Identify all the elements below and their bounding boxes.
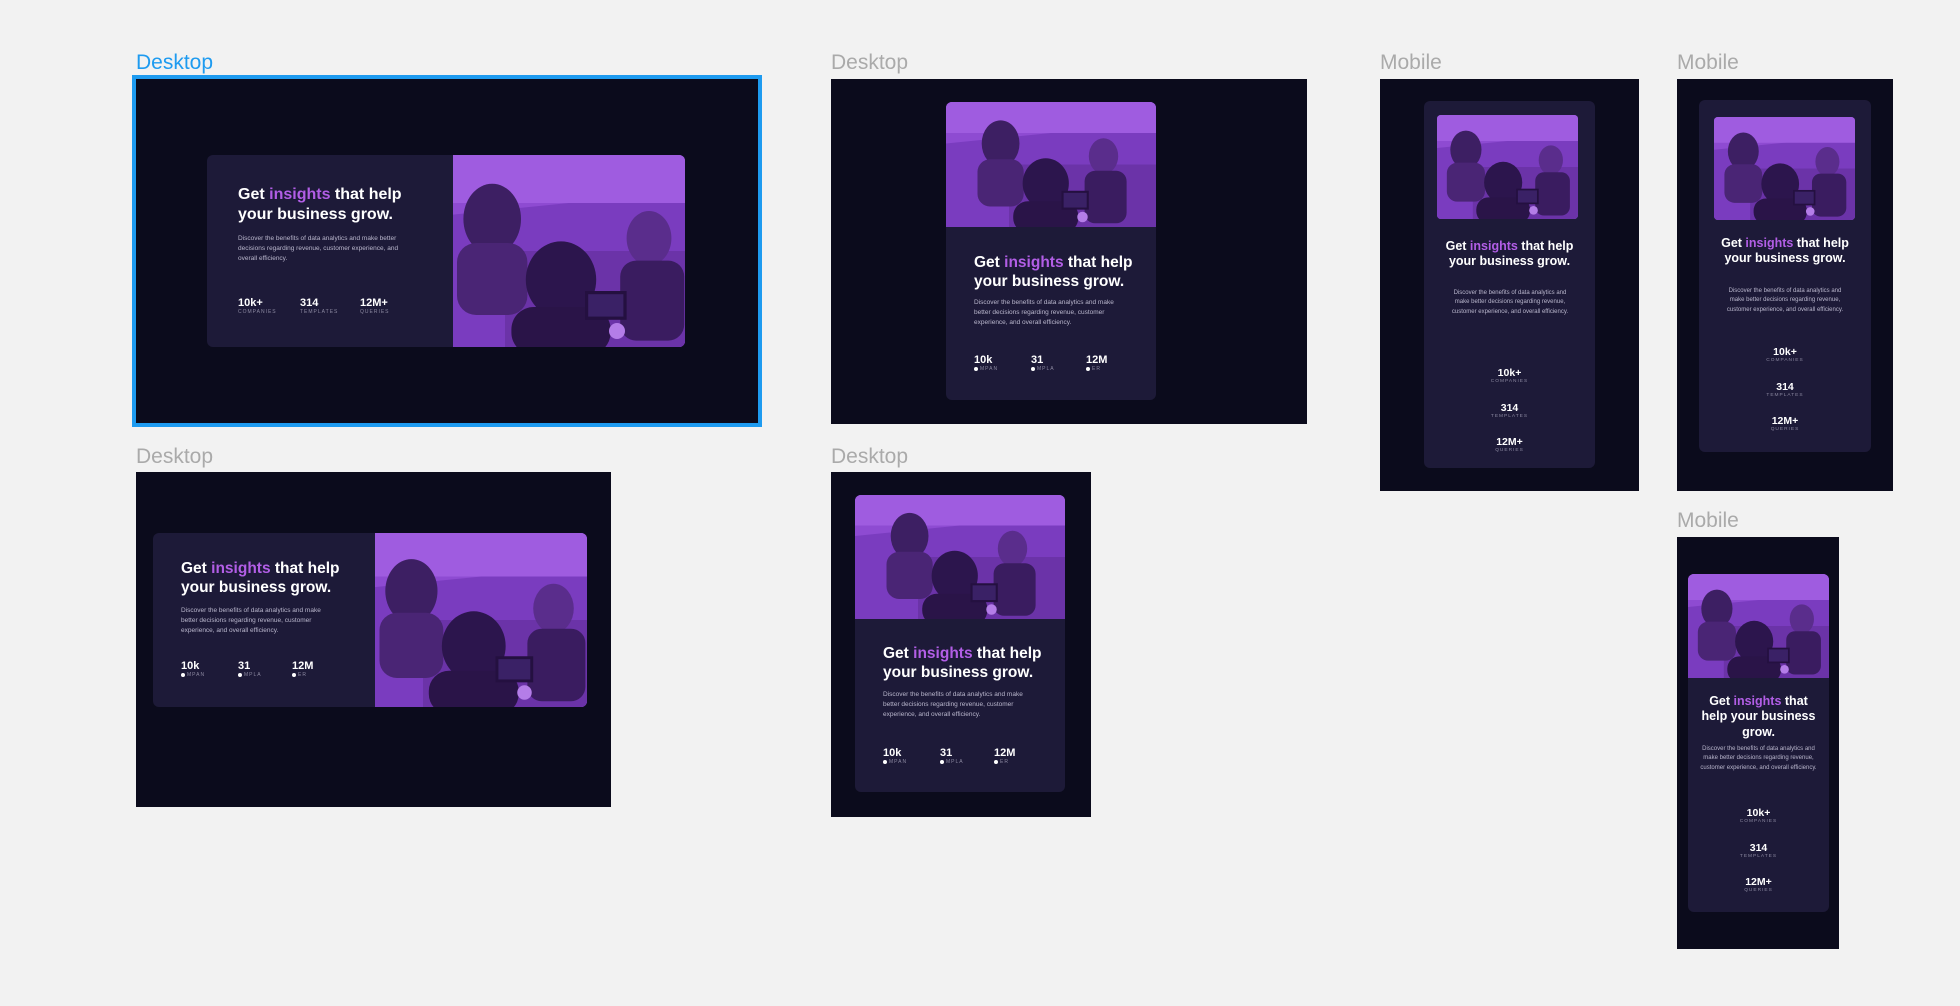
card-description: Discover the benefits of data analytics …	[181, 607, 321, 635]
office-photo	[946, 102, 1156, 227]
stats-card: Get insights that help your business gro…	[153, 533, 587, 707]
frame-desktop-3[interactable]: Get insights that help your business gro…	[136, 472, 611, 807]
frame-label-desktop-1[interactable]: Desktop	[136, 52, 213, 73]
card-title: Get insights that help your business gro…	[238, 186, 402, 223]
frame-label-desktop-4[interactable]: Desktop	[831, 446, 908, 467]
frame-mobile-1[interactable]: Get insights that help your business gro…	[1380, 79, 1639, 491]
stat-queries: 12M+ QUERIES	[1770, 415, 1800, 432]
stat-templates: 314 TEMPLATES	[300, 297, 339, 315]
card-title: Get insights that help your business gro…	[1721, 236, 1849, 266]
stats-card: Get insights that help your business gro…	[1688, 574, 1829, 912]
stat-companies: 10k MPAN	[883, 747, 908, 765]
frame-label-mobile-1[interactable]: Mobile	[1380, 52, 1442, 73]
card-description: Discover the benefits of data analytics …	[1700, 746, 1817, 771]
stat-queries: 12M ER	[292, 660, 314, 678]
frame-label-desktop-2[interactable]: Desktop	[831, 52, 908, 73]
card-description: Discover the benefits of data analytics …	[1451, 290, 1569, 315]
frame-label-mobile-3[interactable]: Mobile	[1677, 510, 1739, 531]
stats-card: Get insights that help your business gro…	[207, 155, 685, 347]
frame-mobile-2[interactable]: Get insights that help your business gro…	[1677, 79, 1893, 491]
stat-queries: 12M ER	[1086, 354, 1108, 372]
stats-card: Get insights that help your business gro…	[946, 102, 1156, 400]
office-photo	[453, 155, 685, 347]
office-photo	[375, 533, 587, 707]
frame-label-desktop-3[interactable]: Desktop	[136, 446, 213, 467]
stats-card: Get insights that help your business gro…	[855, 495, 1065, 792]
office-photo	[1688, 574, 1829, 678]
stat-templates: 314 TEMPLATES	[1490, 402, 1529, 419]
card-description: Discover the benefits of data analytics …	[883, 691, 1023, 719]
stat-templates: 31 MPLA	[940, 747, 964, 765]
card-title: Get insights that help your business gro…	[1445, 239, 1574, 269]
office-photo	[1714, 117, 1855, 220]
frame-mobile-3[interactable]: Get insights that help your business gro…	[1677, 537, 1839, 949]
frame-desktop-1[interactable]: Get insights that help your business gro…	[132, 75, 762, 427]
stat-companies: 10k MPAN	[181, 660, 206, 678]
frame-desktop-4[interactable]: Get insights that help your business gro…	[831, 472, 1091, 817]
card-description: Discover the benefits of data analytics …	[974, 299, 1114, 327]
stat-companies: 10k MPAN	[974, 354, 999, 372]
card-title: Get insights that help your business gro…	[1701, 694, 1816, 739]
stat-queries: 12M+ QUERIES	[1495, 436, 1524, 453]
frame-desktop-2[interactable]: Get insights that help your business gro…	[831, 79, 1307, 424]
card-description: Discover the benefits of data analytics …	[1726, 288, 1844, 313]
stat-queries: 12M+ QUERIES	[1744, 876, 1773, 893]
card-title: Get insights that help your business gro…	[181, 560, 340, 596]
stat-queries: 12M+ QUERIES	[360, 297, 390, 315]
stats-card: Get insights that help your business gro…	[1699, 100, 1871, 452]
stat-companies: 10k+ COMPANIES	[1490, 367, 1529, 384]
card-title: Get insights that help your business gro…	[974, 254, 1133, 290]
stat-companies: 10k+ COMPANIES	[238, 297, 277, 315]
stat-companies: 10k+ COMPANIES	[1766, 346, 1804, 363]
stat-templates: 31 MPLA	[238, 660, 262, 678]
stat-queries: 12M ER	[994, 747, 1016, 765]
office-photo	[855, 495, 1065, 619]
card-title: Get insights that help your business gro…	[883, 645, 1042, 681]
frame-label-mobile-2[interactable]: Mobile	[1677, 52, 1739, 73]
stats-card: Get insights that help your business gro…	[1424, 101, 1595, 468]
stat-templates: 314 TEMPLATES	[1766, 381, 1804, 398]
card-description: Discover the benefits of data analytics …	[238, 235, 399, 263]
office-photo	[1437, 115, 1578, 219]
stat-companies: 10k+ COMPANIES	[1739, 807, 1778, 824]
stat-templates: 314 TEMPLATES	[1739, 842, 1778, 859]
stat-templates: 31 MPLA	[1031, 354, 1055, 372]
